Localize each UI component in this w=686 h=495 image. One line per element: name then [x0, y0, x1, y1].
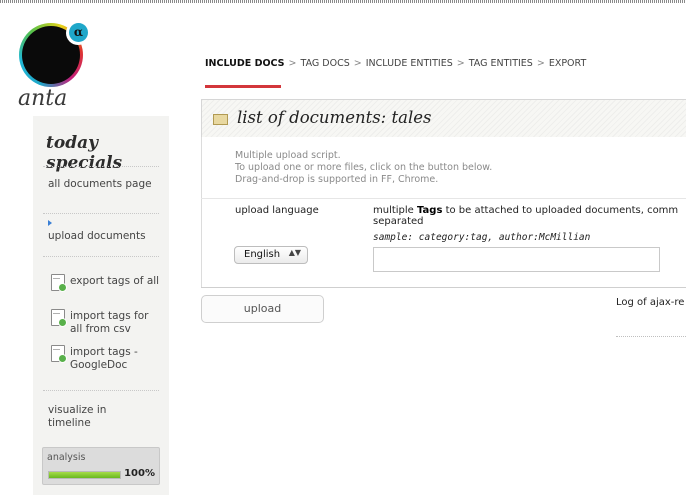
sidebar: today specials all documents page upload… — [33, 116, 169, 495]
tags-sample: sample: category:tag, author:McMillian — [373, 232, 590, 243]
panel-divider — [201, 198, 686, 199]
tags-sample-value: category:tag, author:McMillian — [418, 232, 591, 243]
breadcrumb-export[interactable]: EXPORT — [549, 58, 586, 69]
sidebar-item-import-tags-googledoc[interactable]: import tags - GoogleDoc — [51, 345, 161, 379]
ajax-log-label: Log of ajax-re — [616, 297, 685, 308]
instruction-line: Drag-and-drop is supported in FF, Chrome… — [235, 174, 439, 185]
sidebar-item-upload-documents[interactable]: upload documents — [48, 230, 158, 243]
ajax-log-divider — [616, 336, 686, 337]
breadcrumb-separator: > — [536, 58, 545, 69]
sidebar-item-export-tags[interactable]: export tags of all — [51, 274, 161, 308]
select-arrows-icon: ▲▼ — [288, 248, 301, 257]
sidebar-divider — [43, 213, 159, 214]
analysis-percent: 100% — [124, 468, 155, 479]
breadcrumb: INCLUDE DOCS > TAG DOCS > INCLUDE ENTITIES > T… — [205, 58, 586, 69]
breadcrumb-separator: > — [288, 58, 297, 69]
top-dotted-rule — [0, 0, 686, 3]
breadcrumb-tag-docs[interactable]: TAG DOCS — [301, 58, 350, 69]
sidebar-item-all-documents[interactable]: all documents page — [48, 178, 158, 191]
breadcrumb-include-entities[interactable]: INCLUDE ENTITIES — [366, 58, 453, 69]
folder-icon — [213, 114, 228, 125]
section-divider — [201, 287, 686, 288]
sidebar-item-import-tags-csv[interactable]: import tags for all from csv — [51, 309, 161, 343]
document-import-icon — [51, 309, 67, 327]
tags-sample-label: sample: — [373, 232, 414, 243]
sidebar-title: today specials — [46, 133, 123, 173]
tags-bold-label: Tags — [417, 205, 443, 216]
anta-logo[interactable]: α — [19, 21, 90, 95]
sidebar-item-visualize-timeline[interactable]: visualize in timeline — [48, 404, 128, 430]
page-title: list of documents: tales — [237, 108, 432, 127]
analysis-status: analysis 100% — [42, 447, 160, 485]
breadcrumb-tag-entities[interactable]: TAG ENTITIES — [469, 58, 533, 69]
sidebar-item-label: export tags of all — [70, 275, 160, 287]
breadcrumb-separator: > — [456, 58, 465, 69]
language-select[interactable]: English ▲▼ — [234, 246, 308, 264]
instruction-line: Multiple upload script. — [235, 150, 341, 161]
analysis-label: analysis — [47, 452, 86, 463]
upload-instructions: Multiple upload script. To upload one or… — [235, 150, 492, 186]
alpha-badge-icon: α — [69, 23, 88, 42]
sidebar-divider — [43, 390, 159, 391]
active-step-underline — [205, 85, 281, 88]
upload-language-label: upload language — [235, 205, 319, 216]
language-select-value: English — [244, 249, 281, 260]
breadcrumb-include-docs[interactable]: INCLUDE DOCS — [205, 58, 285, 69]
brand-name[interactable]: anta — [18, 86, 67, 111]
sidebar-item-label: import tags - GoogleDoc — [70, 346, 138, 371]
instruction-line: To upload one or more files, click on th… — [235, 162, 493, 173]
sidebar-divider — [43, 166, 159, 167]
panel-header: list of documents: tales — [201, 99, 686, 137]
document-import-icon — [51, 345, 67, 363]
upload-button[interactable]: upload — [201, 295, 324, 323]
document-export-icon — [51, 274, 67, 292]
sidebar-item-label: import tags for all from csv — [70, 310, 149, 335]
analysis-progress-fill — [49, 472, 120, 478]
tags-input[interactable] — [373, 247, 660, 272]
analysis-progress-bar — [48, 471, 121, 479]
breadcrumb-separator: > — [353, 58, 362, 69]
tags-description: multiple Tags to be attached to uploaded… — [373, 205, 679, 227]
sidebar-divider — [43, 256, 159, 257]
pointer-arrow-icon — [48, 220, 52, 226]
